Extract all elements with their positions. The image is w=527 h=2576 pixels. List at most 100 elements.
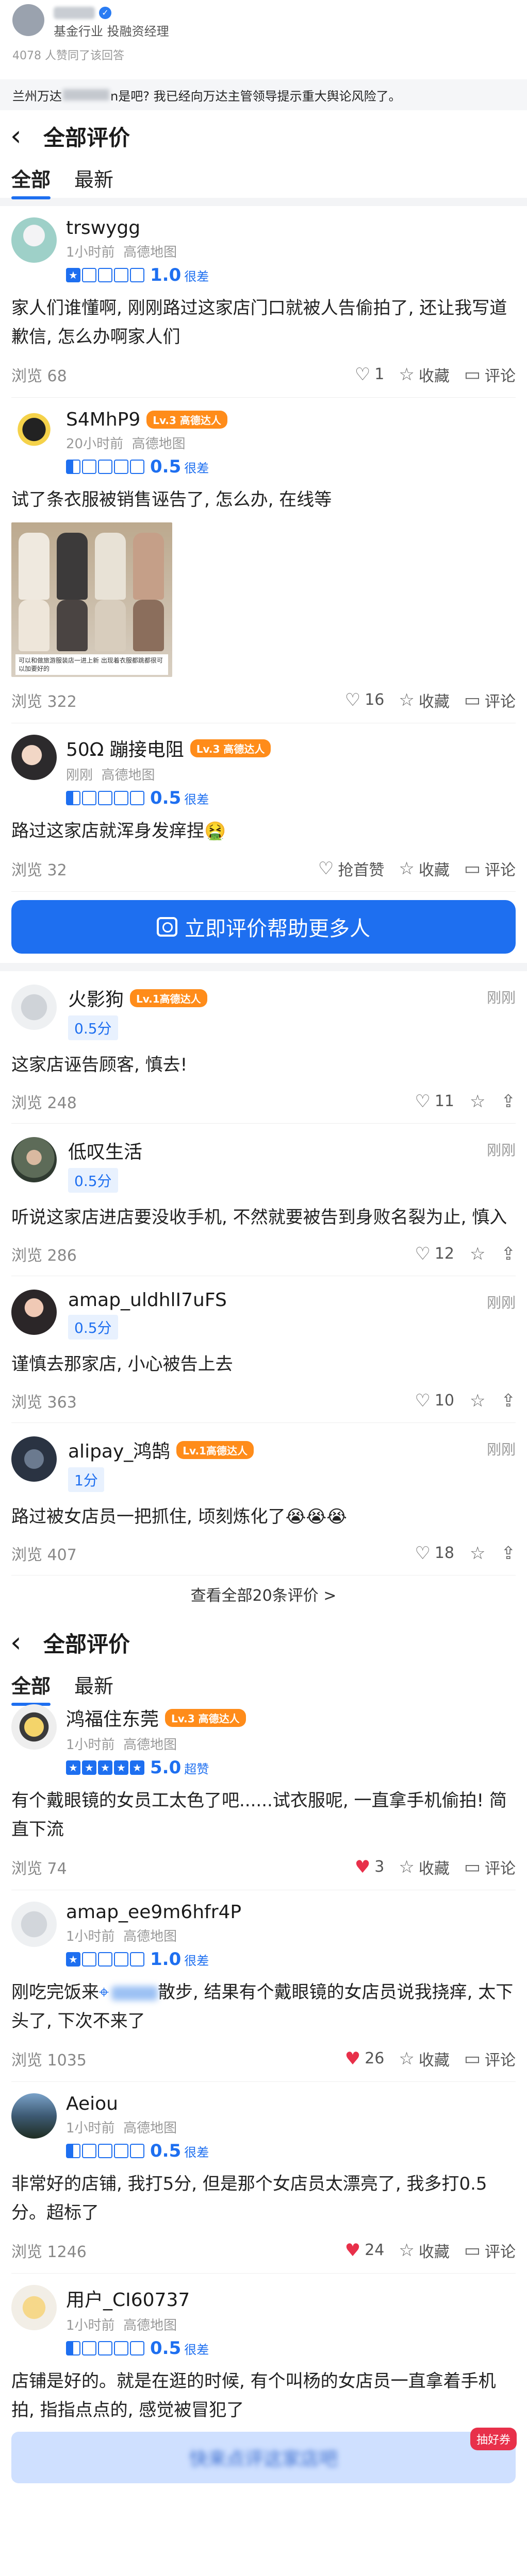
avatar[interactable] [11, 985, 57, 1030]
avatar[interactable] [11, 409, 57, 454]
avatar[interactable] [11, 1704, 57, 1750]
avatar[interactable] [11, 1436, 57, 1482]
comment-button[interactable]: ▭ 评论 [464, 2239, 516, 2262]
avatar[interactable] [11, 2093, 57, 2139]
review-text: 这家店诬告顾客, 慎去! [11, 1055, 188, 1075]
review-time: 1小时前 [66, 245, 115, 260]
camera-icon [157, 917, 177, 937]
cta-label: 立即评价帮助更多人 [185, 917, 370, 941]
view-count: 浏览 1246 [11, 2243, 87, 2261]
share-icon[interactable]: ⇪ [501, 1244, 516, 1264]
star-outline-icon[interactable]: ☆ [470, 1391, 485, 1411]
star-outline-icon[interactable]: ☆ [470, 1091, 485, 1112]
reviewer-name[interactable]: amap_uldhlI7uFS [68, 1290, 227, 1311]
view-count: 浏览 363 [11, 1393, 77, 1412]
reviewer-name[interactable]: Aeiou [66, 2093, 118, 2114]
share-icon[interactable]: ⇪ [501, 1391, 516, 1411]
author-name[interactable]: ✓ [54, 6, 169, 19]
like-button[interactable]: ♥ 24 [345, 2240, 385, 2261]
heart-icon: ♡ [415, 1390, 431, 1411]
avatar[interactable] [11, 1902, 57, 1947]
tab-latest[interactable]: 最新 [74, 1668, 113, 1699]
comment-button[interactable]: ▭ 评论 [464, 2047, 516, 2070]
rating-level: 很差 [184, 269, 209, 284]
reviewer-name[interactable]: trswygg [66, 217, 140, 239]
review-text: 非常好的店铺, 我打5分, 但是那个女店员太漂亮了, 我多打0.5分。超标了 [11, 2174, 487, 2223]
rating-score: 0.5 [150, 788, 182, 808]
star-icon [66, 791, 80, 805]
comment-button[interactable]: ▭ 评论 [464, 1856, 516, 1878]
share-icon[interactable]: ⇪ [501, 1091, 516, 1112]
star-icon [98, 460, 112, 474]
reviewer-name[interactable]: S4MhP9 [66, 409, 140, 430]
redacted-place[interactable] [111, 1986, 158, 2001]
rating-score: 0.5 [150, 456, 182, 477]
author-avatar[interactable] [12, 4, 44, 36]
review-time: 刚刚 [486, 1142, 516, 1159]
like-button[interactable]: ♡ 10 [415, 1391, 454, 1411]
avatar[interactable] [11, 735, 57, 780]
collect-button[interactable]: ☆ 收藏 [399, 857, 449, 880]
review-item: 用户_CI60737 1小时前 高德地图 0.5 很差 店铺是好的。就是在逛的时… [0, 2274, 527, 2432]
avatar[interactable] [11, 2285, 57, 2330]
back-icon[interactable]: ‹ [10, 1629, 36, 1656]
coupon-badge[interactable]: 抽好券 [470, 2428, 517, 2450]
reviewer-name[interactable]: 低叹生活 [68, 1137, 142, 1164]
bottom-review-bar[interactable]: 快来点评这家店吧 [11, 2432, 516, 2483]
heart-filled-icon: ♥ [354, 1856, 371, 1877]
reviewer-name[interactable]: 50Ω 蹦接电阻 [66, 735, 184, 761]
rating-stars: 0.5 很差 [66, 788, 516, 808]
comment-button[interactable]: ▭ 评论 [464, 363, 516, 386]
avatar[interactable] [11, 1137, 57, 1182]
avatar[interactable] [11, 217, 57, 263]
like-button[interactable]: ♥ 26 [345, 2048, 385, 2069]
star-icon [130, 1952, 144, 1967]
comment-button[interactable]: ▭ 评论 [464, 689, 516, 711]
answer-header: ✓ 基金行业 投融资经理 4078 人赞同了该回答 [0, 0, 527, 79]
like-button[interactable]: ♡ 18 [415, 1543, 454, 1564]
view-count: 浏览 248 [11, 1094, 77, 1112]
reviewer-name[interactable]: 火影狗 [68, 985, 124, 1011]
star-outline-icon[interactable]: ☆ [470, 1543, 485, 1564]
like-button[interactable]: ♡ 抢首赞 [318, 857, 384, 880]
collect-button[interactable]: ☆ 收藏 [399, 2047, 449, 2070]
collect-button[interactable]: ☆ 收藏 [399, 1856, 449, 1878]
heart-icon: ♡ [415, 1543, 431, 1564]
rating-level: 超赞 [184, 1761, 209, 1776]
star-outline-icon: ☆ [399, 2240, 415, 2261]
like-button[interactable]: ♡ 11 [415, 1091, 454, 1112]
comment-button[interactable]: ▭ 评论 [464, 857, 516, 880]
photo-caption: 可以和做旅游服装店一进上新 出现着衣服都跳都很可以加要好的 [15, 654, 168, 675]
like-button[interactable]: ♡ 12 [415, 1244, 454, 1264]
rating-stars: 0.5 很差 [66, 2338, 516, 2359]
reviewer-name[interactable]: alipay_鸿鹄 [68, 1436, 170, 1463]
reviewer-name[interactable]: 用户_CI60737 [66, 2285, 190, 2312]
star-icon [98, 2144, 112, 2158]
collect-button[interactable]: ☆ 收藏 [399, 363, 449, 386]
star-outline-icon: ☆ [399, 858, 415, 879]
star-icon [130, 2144, 144, 2158]
avatar[interactable] [11, 1290, 57, 1335]
reviewer-name[interactable]: amap_ee9m6hfr4P [66, 1902, 241, 1923]
rating-stars: 0.5 很差 [66, 456, 516, 477]
tab-all[interactable]: 全部 [11, 162, 51, 199]
review-item: amap_ee9m6hfr4P 1小时前 高德地图 ★ 1.0 很差 刚吃完饭来… [0, 1890, 527, 2082]
reviewer-name[interactable]: 鸿福住东莞 [66, 1704, 159, 1731]
rating-score: 1.0 [150, 265, 182, 285]
write-review-button[interactable]: 立即评价帮助更多人 [11, 900, 516, 954]
verified-icon: ✓ [99, 6, 111, 19]
view-count: 浏览 32 [11, 861, 67, 879]
view-all-reviews-link[interactable]: 查看全部20条评价 > [0, 1575, 527, 1617]
collect-button[interactable]: ☆ 收藏 [399, 2239, 449, 2262]
like-button[interactable]: ♥ 3 [355, 1857, 385, 1877]
star-outline-icon[interactable]: ☆ [470, 1244, 485, 1264]
star-icon [82, 2341, 96, 2355]
share-icon[interactable]: ⇪ [501, 1543, 516, 1564]
tab-latest[interactable]: 最新 [74, 162, 113, 192]
like-button[interactable]: ♡ 16 [345, 690, 385, 710]
tab-all[interactable]: 全部 [11, 1668, 51, 1706]
review-photo[interactable]: 可以和做旅游服装店一进上新 出现着衣服都跳都很可以加要好的 [11, 522, 176, 677]
back-icon[interactable]: ‹ [10, 122, 36, 150]
like-button[interactable]: ♡ 1 [355, 364, 385, 385]
collect-button[interactable]: ☆ 收藏 [399, 689, 449, 711]
